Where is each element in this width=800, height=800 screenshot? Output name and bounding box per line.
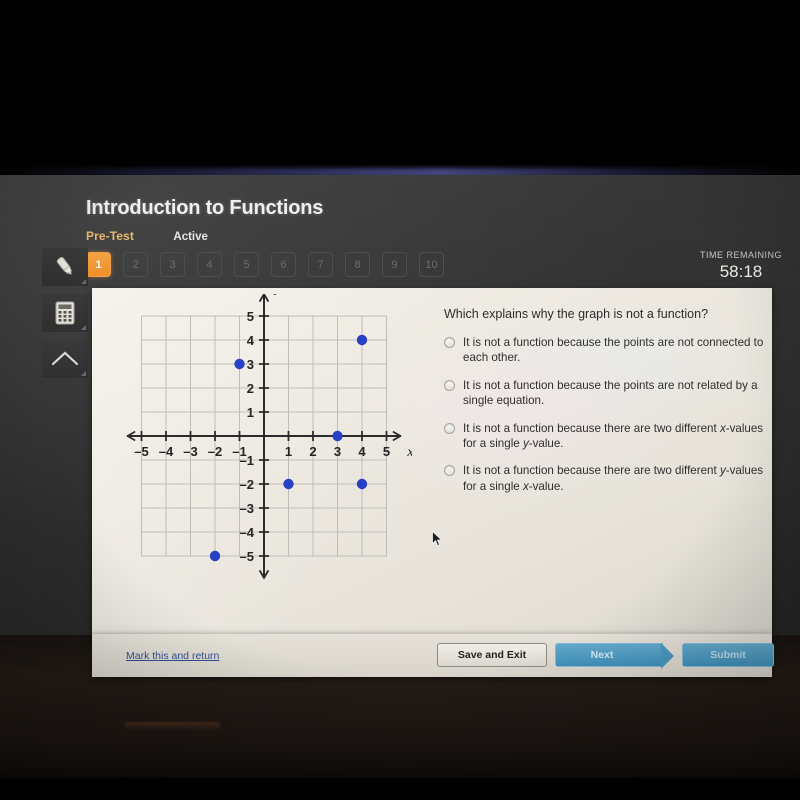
- page-title: Introduction to Functions: [86, 197, 324, 219]
- pager-item-2[interactable]: 2: [123, 252, 148, 277]
- pager-item-10[interactable]: 10: [419, 252, 444, 277]
- pager-item-3[interactable]: 3: [160, 252, 185, 277]
- pager-item-7[interactable]: 7: [308, 252, 333, 277]
- svg-text:1: 1: [285, 444, 292, 459]
- svg-text:3: 3: [247, 357, 254, 372]
- submit-button[interactable]: Submit: [682, 643, 774, 667]
- radio-button-c[interactable]: [444, 422, 455, 434]
- svg-text:–2: –2: [240, 477, 254, 492]
- svg-text:5: 5: [383, 444, 390, 459]
- answer-option-b[interactable]: It is not a function because the points …: [444, 378, 764, 409]
- tool-rail[interactable]: [42, 248, 88, 378]
- calculator-icon: [55, 301, 75, 325]
- mark-and-return-link[interactable]: Mark this and return: [126, 650, 219, 662]
- pager-item-8[interactable]: 8: [345, 252, 370, 277]
- svg-text:x: x: [406, 445, 412, 460]
- radio-button-d[interactable]: [444, 465, 455, 477]
- graph-svg: –5–4–3–2–11234554321–1–2–3–4–5 xy: [126, 288, 414, 579]
- svg-text:3: 3: [334, 444, 341, 459]
- time-remaining-label: TIME REMAINING: [699, 250, 782, 260]
- svg-text:5: 5: [247, 309, 254, 324]
- pager-item-5[interactable]: 5: [234, 252, 259, 277]
- svg-text:2: 2: [247, 381, 254, 396]
- save-and-exit-button[interactable]: Save and Exit: [437, 643, 547, 667]
- svg-text:–3: –3: [240, 501, 254, 516]
- radio-button-b[interactable]: [444, 379, 455, 391]
- highlighter-tool-button[interactable]: [42, 248, 88, 286]
- coordinate-graph: –5–4–3–2–11234554321–1–2–3–4–5 xy: [112, 288, 414, 584]
- status-badge: Active: [173, 231, 208, 243]
- answer-option-text-b: It is not a function because the points …: [463, 378, 758, 408]
- calculator-tool-button[interactable]: [42, 294, 88, 332]
- svg-text:–5: –5: [240, 549, 254, 564]
- svg-text:4: 4: [247, 333, 255, 348]
- collapse-tool-button[interactable]: [42, 340, 88, 378]
- pager-item-4[interactable]: 4: [197, 252, 222, 277]
- question-area: Which explains why the graph is not a fu…: [444, 306, 764, 494]
- svg-text:–4: –4: [240, 525, 255, 540]
- svg-text:–2: –2: [208, 444, 222, 459]
- pager-item-1[interactable]: 1: [86, 252, 111, 277]
- answer-option-d[interactable]: It is not a function because there are t…: [444, 463, 764, 494]
- svg-text:–5: –5: [134, 444, 148, 459]
- pager-item-9[interactable]: 9: [382, 252, 407, 277]
- svg-text:y: y: [273, 294, 282, 296]
- data-point-1: [234, 358, 245, 370]
- answer-option-text-d: It is not a function because there are t…: [463, 464, 764, 493]
- data-point-2: [283, 478, 294, 490]
- question-prompt: Which explains why the graph is not a fu…: [444, 307, 709, 321]
- test-status-line: Pre-Test Active: [86, 227, 208, 245]
- svg-text:–3: –3: [183, 444, 197, 459]
- time-remaining-value: 58:18: [719, 262, 763, 281]
- assessment-app: Introduction to Functions Pre-Test Activ…: [0, 175, 800, 677]
- chevron-up-icon: [51, 351, 79, 366]
- photograph-of-screen: Introduction to Functions Pre-Test Activ…: [0, 0, 800, 800]
- answer-options[interactable]: It is not a function because the points …: [444, 335, 764, 494]
- question-panel: –5–4–3–2–11234554321–1–2–3–4–5 xy Which …: [92, 288, 772, 633]
- radio-button-a[interactable]: [444, 336, 455, 348]
- svg-text:–4: –4: [159, 444, 174, 459]
- answer-option-a[interactable]: It is not a function because the points …: [444, 335, 764, 366]
- data-point-4: [356, 334, 368, 346]
- question-footer: Mark this and return Save and Exit Next …: [92, 633, 774, 677]
- answer-option-text-c: It is not a function because there are t…: [463, 421, 764, 450]
- pager-item-6[interactable]: 6: [271, 252, 296, 277]
- data-point-5: [356, 478, 368, 490]
- svg-text:4: 4: [358, 444, 366, 459]
- svg-text:1: 1: [247, 405, 254, 420]
- time-remaining: TIME REMAINING 58:18: [700, 250, 782, 282]
- svg-text:2: 2: [309, 444, 316, 459]
- answer-option-text-a: It is not a function because the points …: [463, 335, 764, 365]
- next-button[interactable]: Next: [555, 643, 674, 669]
- data-point-0: [209, 550, 221, 562]
- test-type-label: Pre-Test: [86, 229, 134, 243]
- svg-text:–1: –1: [240, 453, 254, 468]
- data-point-3: [332, 430, 343, 442]
- mouse-cursor: [432, 531, 443, 547]
- highlighter-icon: [56, 256, 72, 275]
- question-pager[interactable]: 1 2 3 4 5 6 7 8 9 10: [86, 252, 444, 277]
- answer-option-c[interactable]: It is not a function because there are t…: [444, 421, 764, 452]
